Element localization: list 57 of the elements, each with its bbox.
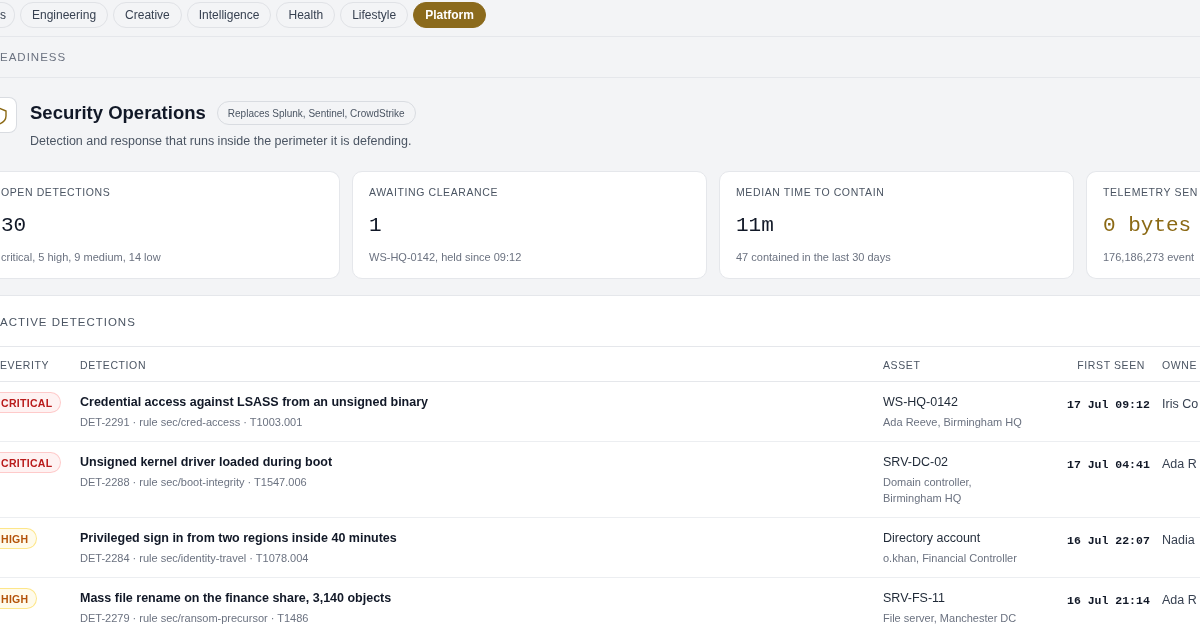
category-tab[interactable]: Creative <box>113 2 182 28</box>
asset-name: Directory account <box>883 530 982 547</box>
detection-title: Mass file rename on the finance share, 3,140 objects <box>80 590 393 607</box>
column-header: FIRST SEEN <box>1077 359 1145 371</box>
owner-name: Ada R <box>1162 457 1197 471</box>
first-seen-time: 17 Jul 09:12 <box>1067 398 1150 411</box>
stat-label: MEDIAN TIME TO CONTAIN <box>736 185 886 200</box>
stat-label: AWAITING CLEARANCE <box>369 185 500 200</box>
first-seen-time: 16 Jul 21:14 <box>1067 594 1150 607</box>
module-description: Detection and response that runs inside the perimeter it is defending. <box>30 133 413 150</box>
table-heading: ACTIVE DETECTIONS <box>0 316 136 328</box>
asset-detail: File server, Manchester DC <box>883 611 1018 626</box>
category-tab[interactable]: Health <box>276 2 336 28</box>
detection-title: Unsigned kernel driver loaded during boot <box>80 454 334 471</box>
column-header: DETECTION <box>80 359 147 371</box>
asset-name: SRV-FS-11 <box>883 590 947 607</box>
stat-label: OPEN DETECTIONS <box>1 185 112 200</box>
detection-title: Privileged sign in from two regions inside 40 minutes <box>80 530 398 547</box>
category-tab[interactable]: Platform <box>413 2 486 28</box>
category-tab[interactable]: Engineering <box>20 2 109 28</box>
category-tab[interactable]: s <box>0 2 15 28</box>
module-title: Security Operations <box>30 102 206 124</box>
replacement-tag: Replaces Splunk, Sentinel, CrowdStrike <box>216 101 416 125</box>
asset-name: WS-HQ-0142 <box>883 394 960 411</box>
detection-meta: DET-2291 · rule sec/cred-access · T1003.001 <box>80 415 304 430</box>
owner-name: Nadia <box>1162 533 1195 547</box>
owner-name: Ada R <box>1162 593 1197 607</box>
severity-badge: HIGH <box>0 588 38 609</box>
section-heading: EADINESS <box>0 51 67 63</box>
stat-note: 47 contained in the last 30 days <box>736 250 892 265</box>
severity-badge: CRITICAL <box>0 392 62 413</box>
stat-value: 11m <box>736 213 775 239</box>
asset-detail: Ada Reeve, Birmingham HQ <box>883 415 1023 430</box>
stat-note: WS-HQ-0142, held since 09:12 <box>369 250 523 265</box>
stat-note: 176,186,273 event <box>1103 250 1196 265</box>
first-seen-time: 16 Jul 22:07 <box>1067 534 1150 547</box>
stat-value: 0 bytes <box>1103 213 1193 239</box>
stat-label: TELEMETRY SEN <box>1103 185 1199 200</box>
owner-name: Iris Co <box>1162 397 1199 411</box>
detection-meta: DET-2279 · rule sec/ransom-precursor · T1486 <box>80 611 310 626</box>
detection-meta: DET-2284 · rule sec/identity-travel · T1078.004 <box>80 551 310 566</box>
column-header: ASSET <box>883 359 921 371</box>
stat-note: critical, 5 high, 9 medium, 14 low <box>1 250 162 265</box>
asset-detail: o.khan, Financial Controller <box>883 551 1018 566</box>
severity-badge: HIGH <box>0 528 38 549</box>
column-header: EVERITY <box>0 359 50 371</box>
stat-value: 1 <box>369 213 383 239</box>
first-seen-time: 17 Jul 04:41 <box>1067 458 1150 471</box>
asset-detail: Domain controller, Birmingham HQ <box>883 475 973 506</box>
asset-name: SRV-DC-02 <box>883 454 950 471</box>
stat-value: 30 <box>1 213 28 239</box>
category-tab[interactable]: Lifestyle <box>340 2 409 28</box>
category-tab[interactable]: Intelligence <box>186 2 272 28</box>
detection-meta: DET-2288 · rule sec/boot-integrity · T1547.006 <box>80 475 308 490</box>
detection-title: Credential access against LSASS from an unsigned binary <box>80 394 430 411</box>
severity-badge: CRITICAL <box>0 452 62 473</box>
column-header: OWNE <box>1162 359 1198 371</box>
